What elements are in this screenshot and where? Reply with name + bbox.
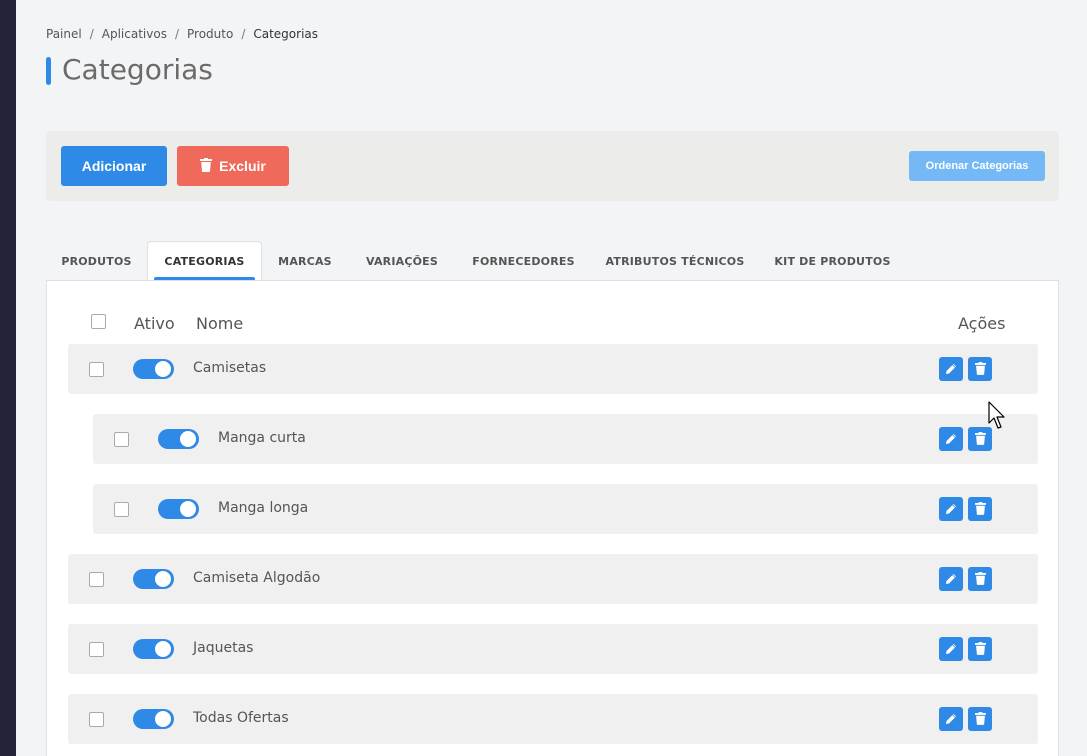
row-checkbox[interactable]: [114, 432, 129, 447]
category-name: Camiseta Algodão: [193, 570, 321, 586]
category-row: Camiseta Algodão: [68, 554, 1038, 604]
breadcrumb-item-produto[interactable]: Produto: [187, 27, 233, 41]
category-name: Camisetas: [193, 360, 267, 376]
edit-button[interactable]: [939, 497, 963, 521]
tab-variacoes[interactable]: VARIAÇÕES: [348, 241, 456, 281]
edit-button[interactable]: [939, 707, 963, 731]
toggle-knob: [155, 571, 171, 587]
category-row: Camisetas: [68, 344, 1038, 394]
row-checkbox[interactable]: [89, 712, 104, 727]
sidebar-edge: [0, 0, 16, 756]
tab-label: PRODUTOS: [61, 254, 132, 268]
action-toolbar: Adicionar Excluir Ordenar Categorias: [46, 131, 1059, 201]
delete-button[interactable]: Excluir: [177, 146, 289, 186]
trash-icon: [974, 570, 986, 589]
pencil-icon: [945, 360, 957, 379]
tab-kit-de-produtos[interactable]: KIT DE PRODUTOS: [759, 241, 906, 281]
categories-panel: Ativo Nome Ações Camisetas Manga curta Man…: [46, 280, 1059, 756]
toggle-knob: [155, 641, 171, 657]
breadcrumb-item-painel[interactable]: Painel: [46, 27, 82, 41]
select-all-checkbox[interactable]: [91, 314, 106, 329]
active-toggle[interactable]: [133, 639, 174, 659]
tab-label: MARCAS: [278, 254, 332, 268]
breadcrumb-separator: /: [241, 27, 246, 41]
pencil-icon: [945, 570, 957, 589]
page-title-accent: [46, 57, 51, 85]
row-checkbox[interactable]: [89, 362, 104, 377]
active-toggle[interactable]: [158, 499, 199, 519]
column-header-acoes: Ações: [958, 314, 1006, 333]
delete-button-label: Excluir: [219, 158, 266, 174]
category-row: Manga curta: [93, 414, 1038, 464]
toggle-knob: [180, 431, 196, 447]
tab-label: VARIAÇÕES: [365, 254, 439, 268]
breadcrumb-item-current: Categorias: [253, 27, 319, 41]
add-button-label: Adicionar: [81, 158, 147, 174]
mouse-cursor-icon: [988, 401, 1005, 429]
column-header-nome: Nome: [196, 314, 244, 333]
edit-button[interactable]: [939, 567, 963, 591]
column-header-ativo: Ativo: [134, 314, 175, 333]
pencil-icon: [945, 640, 957, 659]
category-name: Todas Ofertas: [193, 710, 289, 726]
order-categories-label: Ordenar Categorias: [925, 160, 1029, 172]
trash-icon: [974, 500, 986, 519]
delete-row-button[interactable]: [968, 567, 992, 591]
tab-label: KIT DE PRODUTOS: [774, 254, 891, 268]
pencil-icon: [945, 710, 957, 729]
pencil-icon: [945, 500, 957, 519]
category-row: Todas Ofertas: [68, 694, 1038, 744]
breadcrumb-separator: /: [174, 27, 179, 41]
tab-fornecedores[interactable]: FORNECEDORES: [456, 241, 591, 281]
category-name: Manga longa: [218, 500, 309, 516]
category-name: Jaquetas: [193, 640, 254, 656]
row-checkbox[interactable]: [89, 572, 104, 587]
category-row: Jaquetas: [68, 624, 1038, 674]
page-title: Categorias: [62, 53, 213, 86]
delete-row-button[interactable]: [968, 637, 992, 661]
breadcrumb: Painel / Aplicativos / Produto / Categorias: [46, 27, 318, 41]
tab-produtos[interactable]: PRODUTOS: [46, 241, 147, 281]
order-categories-button[interactable]: Ordenar Categorias: [909, 151, 1045, 181]
toggle-knob: [155, 711, 171, 727]
edit-button[interactable]: [939, 427, 963, 451]
delete-row-button[interactable]: [968, 357, 992, 381]
tab-marcas[interactable]: MARCAS: [262, 241, 348, 281]
active-toggle[interactable]: [133, 569, 174, 589]
delete-row-button[interactable]: [968, 707, 992, 731]
main-content: Painel / Aplicativos / Produto / Categorias Ca…: [16, 0, 1087, 756]
breadcrumb-separator: /: [89, 27, 94, 41]
active-toggle[interactable]: [133, 709, 174, 729]
tab-label: FORNECEDORES: [472, 254, 575, 268]
tab-atributos-tecnicos[interactable]: ATRIBUTOS TÉCNICOS: [591, 241, 759, 281]
trash-icon: [974, 360, 986, 379]
active-toggle[interactable]: [158, 429, 199, 449]
tab-label: CATEGORIAS: [164, 255, 245, 268]
toggle-knob: [180, 501, 196, 517]
trash-icon: [974, 710, 986, 729]
toggle-knob: [155, 361, 171, 377]
tab-label: ATRIBUTOS TÉCNICOS: [605, 254, 745, 268]
trash-icon: [974, 430, 986, 449]
add-button[interactable]: Adicionar: [61, 146, 167, 186]
category-name: Manga curta: [218, 430, 306, 446]
tab-categorias[interactable]: CATEGORIAS: [147, 241, 262, 281]
pencil-icon: [945, 430, 957, 449]
trash-icon: [974, 640, 986, 659]
row-checkbox[interactable]: [114, 502, 129, 517]
active-toggle[interactable]: [133, 359, 174, 379]
edit-button[interactable]: [939, 357, 963, 381]
breadcrumb-item-aplicativos[interactable]: Aplicativos: [102, 27, 167, 41]
edit-button[interactable]: [939, 637, 963, 661]
row-checkbox[interactable]: [89, 642, 104, 657]
trash-icon: [200, 157, 213, 175]
category-row: Manga longa: [93, 484, 1038, 534]
delete-row-button[interactable]: [968, 497, 992, 521]
